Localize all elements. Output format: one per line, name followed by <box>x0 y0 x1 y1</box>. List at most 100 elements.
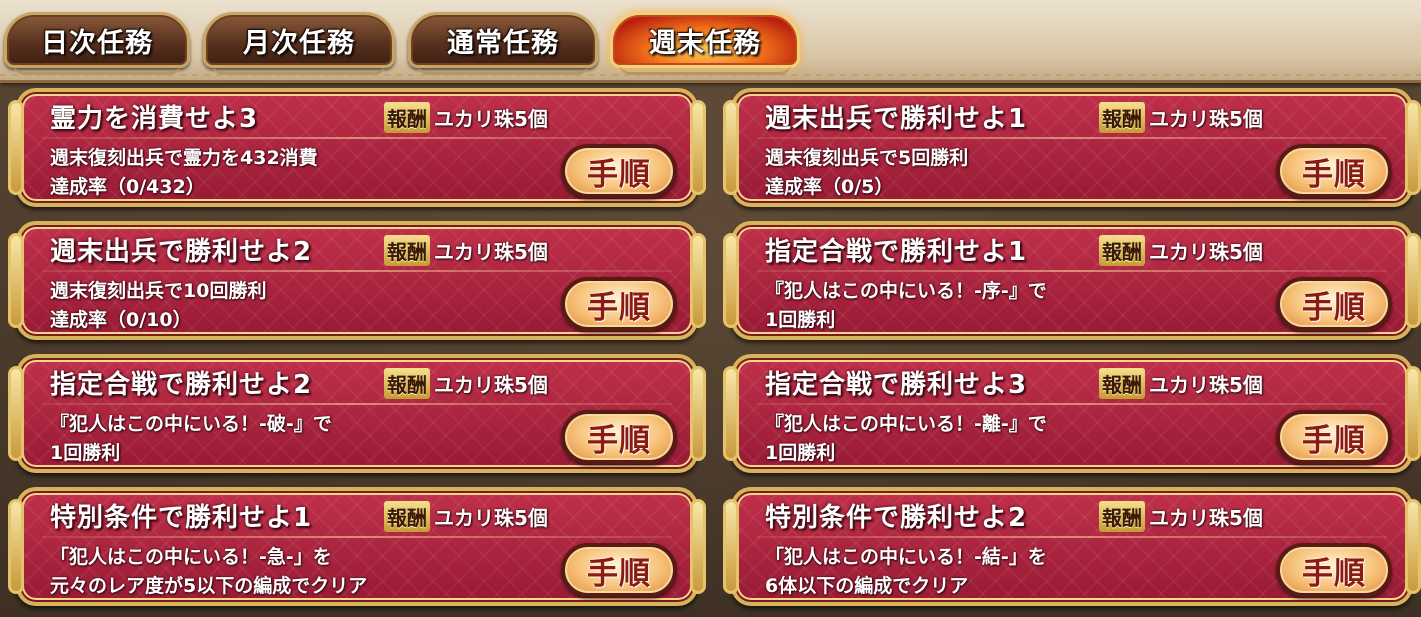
mission-title: 霊力を消費せよ3 <box>50 104 259 134</box>
reward-text: ユカリ珠5個 <box>1149 107 1263 131</box>
tab-label: 通常任務 <box>447 27 559 59</box>
mission-description: 週末復刻出兵で10回勝利 達成率（0/10） <box>50 277 550 335</box>
mission-card: 週末出兵で勝利せよ1 報酬 ユカリ珠5個 週末復刻出兵で5回勝利 達成率（0/5… <box>723 88 1421 207</box>
mission-card: 特別条件で勝利せよ1 報酬 ユカリ珠5個 「犯人はこの中にいる！-急-」を 元々… <box>8 487 706 606</box>
tab-daily[interactable]: 日次任務 <box>4 12 190 75</box>
description-line: 週末復刻出兵で霊力を432消費 <box>50 147 318 169</box>
reward-text: ユカリ珠5個 <box>1149 506 1263 530</box>
tab-ornament <box>212 60 386 75</box>
procedure-label: 手順 <box>587 422 651 459</box>
procedure-label: 手順 <box>587 156 651 193</box>
reward-badge: 報酬 <box>384 501 430 532</box>
procedure-label: 手順 <box>1302 289 1366 326</box>
divider <box>757 536 1387 538</box>
mission-reward: 報酬 ユカリ珠5個 <box>1099 235 1263 266</box>
mission-card: 指定合戦で勝利せよ2 報酬 ユカリ珠5個 『犯人はこの中にいる！-破-』で 1回… <box>8 354 706 473</box>
procedure-button[interactable]: 手順 <box>1276 410 1392 464</box>
procedure-label: 手順 <box>1302 555 1366 592</box>
mission-list: 霊力を消費せよ3 報酬 ユカリ珠5個 週末復刻出兵で霊力を432消費 達成率（0… <box>0 84 1421 617</box>
mission-title: 指定合戦で勝利せよ2 <box>50 370 313 400</box>
procedure-label: 手順 <box>1302 422 1366 459</box>
reward-text: ユカリ珠5個 <box>1149 373 1263 397</box>
tab-label: 月次任務 <box>243 27 355 59</box>
tab-monthly[interactable]: 月次任務 <box>203 12 395 75</box>
mission-description: 『犯人はこの中にいる！-破-』で 1回勝利 <box>50 410 550 468</box>
procedure-label: 手順 <box>587 289 651 326</box>
tab-ornament <box>13 60 181 75</box>
description-line: 1回勝利 <box>50 442 121 464</box>
mission-reward: 報酬 ユカリ珠5個 <box>1099 501 1263 532</box>
mission-card: 週末出兵で勝利せよ2 報酬 ユカリ珠5個 週末復刻出兵で10回勝利 達成率（0/… <box>8 221 706 340</box>
divider <box>42 403 672 405</box>
mission-description: 「犯人はこの中にいる！-急-」を 元々のレア度が5以下の編成でクリア <box>50 543 550 601</box>
mission-reward: 報酬 ユカリ珠5個 <box>384 501 548 532</box>
tab-weekend[interactable]: 週末任務 <box>610 12 800 75</box>
procedure-button[interactable]: 手順 <box>561 277 677 331</box>
procedure-button[interactable]: 手順 <box>1276 543 1392 597</box>
reward-badge: 報酬 <box>1099 368 1145 399</box>
description-line: 『犯人はこの中にいる！-破-』で <box>50 413 332 435</box>
divider <box>42 536 672 538</box>
mission-reward: 報酬 ユカリ珠5個 <box>384 368 548 399</box>
reward-text: ユカリ珠5個 <box>434 373 548 397</box>
tab-normal[interactable]: 通常任務 <box>408 12 598 75</box>
mission-title: 特別条件で勝利せよ2 <box>765 503 1028 533</box>
mission-card: 特別条件で勝利せよ2 報酬 ユカリ珠5個 「犯人はこの中にいる！-結-」を 6体… <box>723 487 1421 606</box>
tab-label: 週末任務 <box>649 27 761 59</box>
procedure-button[interactable]: 手順 <box>561 543 677 597</box>
mission-reward: 報酬 ユカリ珠5個 <box>1099 102 1263 133</box>
procedure-button[interactable]: 手順 <box>1276 277 1392 331</box>
tab-bar: 日次任務 月次任務 通常任務 週末任務 <box>0 0 1421 83</box>
mission-title: 指定合戦で勝利せよ3 <box>765 370 1028 400</box>
description-line: 1回勝利 <box>765 442 836 464</box>
divider <box>757 403 1387 405</box>
mission-card: 指定合戦で勝利せよ3 報酬 ユカリ珠5個 『犯人はこの中にいる！-離-』で 1回… <box>723 354 1421 473</box>
mission-reward: 報酬 ユカリ珠5個 <box>1099 368 1263 399</box>
procedure-button[interactable]: 手順 <box>561 410 677 464</box>
procedure-label: 手順 <box>587 555 651 592</box>
description-line: 週末復刻出兵で5回勝利 <box>765 147 969 169</box>
description-line: 達成率（0/432） <box>50 176 205 198</box>
procedure-button[interactable]: 手順 <box>561 144 677 198</box>
reward-text: ユカリ珠5個 <box>434 506 548 530</box>
mission-title: 週末出兵で勝利せよ2 <box>50 237 313 267</box>
procedure-label: 手順 <box>1302 156 1366 193</box>
mission-title: 指定合戦で勝利せよ1 <box>765 237 1028 267</box>
mission-screen: 日次任務 月次任務 通常任務 週末任務 霊力を消費せよ3 報酬 ユカリ珠5個 週… <box>0 0 1421 617</box>
description-line: 「犯人はこの中にいる！-結-」を <box>765 546 1047 568</box>
reward-text: ユカリ珠5個 <box>434 240 548 264</box>
mission-description: 週末復刻出兵で霊力を432消費 達成率（0/432） <box>50 144 550 202</box>
description-line: 元々のレア度が5以下の編成でクリア <box>50 575 368 597</box>
description-line: 「犯人はこの中にいる！-急-」を <box>50 546 332 568</box>
divider <box>757 137 1387 139</box>
mission-title: 特別条件で勝利せよ1 <box>50 503 313 533</box>
reward-text: ユカリ珠5個 <box>1149 240 1263 264</box>
procedure-button[interactable]: 手順 <box>1276 144 1392 198</box>
reward-text: ユカリ珠5個 <box>434 107 548 131</box>
reward-badge: 報酬 <box>1099 501 1145 532</box>
tab-ornament <box>417 60 589 75</box>
mission-description: 『犯人はこの中にいる！-序-』で 1回勝利 <box>765 277 1265 335</box>
reward-badge: 報酬 <box>384 368 430 399</box>
reward-badge: 報酬 <box>384 235 430 266</box>
mission-title: 週末出兵で勝利せよ1 <box>765 104 1028 134</box>
description-line: 1回勝利 <box>765 309 836 331</box>
tab-ornament <box>619 60 791 75</box>
mission-card: 指定合戦で勝利せよ1 報酬 ユカリ珠5個 『犯人はこの中にいる！-序-』で 1回… <box>723 221 1421 340</box>
divider <box>757 270 1387 272</box>
description-line: 『犯人はこの中にいる！-離-』で <box>765 413 1047 435</box>
tab-label: 日次任務 <box>41 27 153 59</box>
description-line: 週末復刻出兵で10回勝利 <box>50 280 267 302</box>
mission-description: 「犯人はこの中にいる！-結-」を 6体以下の編成でクリア <box>765 543 1265 601</box>
mission-description: 『犯人はこの中にいる！-離-』で 1回勝利 <box>765 410 1265 468</box>
description-line: 『犯人はこの中にいる！-序-』で <box>765 280 1047 302</box>
reward-badge: 報酬 <box>1099 235 1145 266</box>
divider <box>42 137 672 139</box>
reward-badge: 報酬 <box>384 102 430 133</box>
description-line: 達成率（0/10） <box>50 309 192 331</box>
description-line: 達成率（0/5） <box>765 176 894 198</box>
description-line: 6体以下の編成でクリア <box>765 575 969 597</box>
mission-reward: 報酬 ユカリ珠5個 <box>384 235 548 266</box>
reward-badge: 報酬 <box>1099 102 1145 133</box>
mission-description: 週末復刻出兵で5回勝利 達成率（0/5） <box>765 144 1265 202</box>
